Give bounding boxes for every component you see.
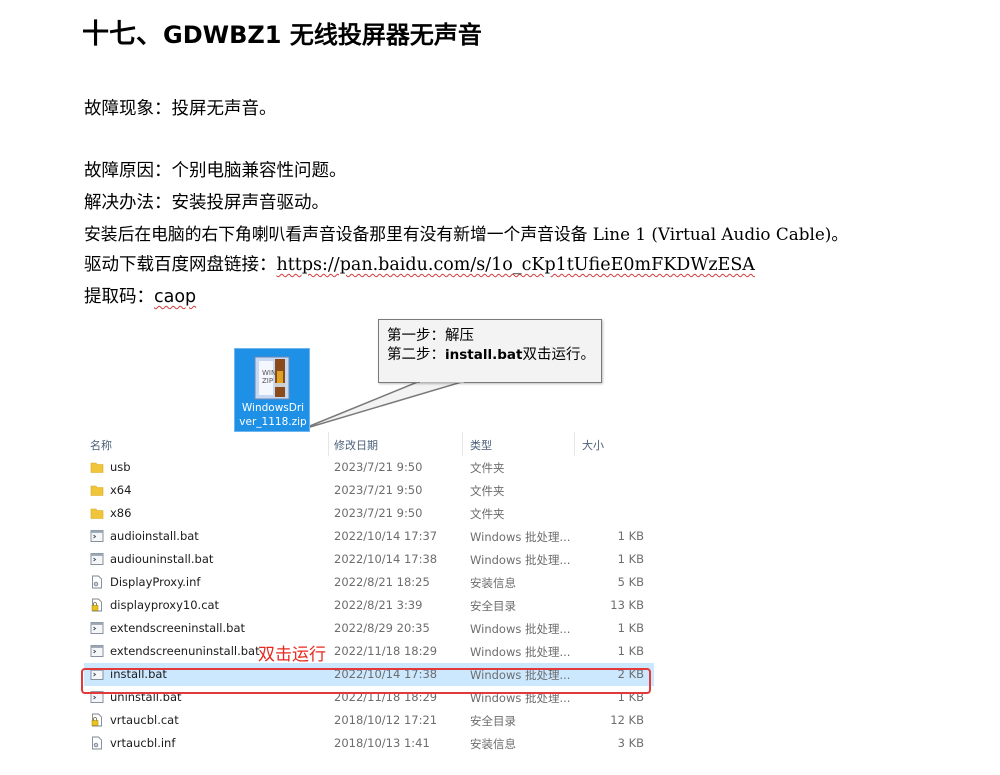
- file-type: 安全目录: [470, 599, 516, 613]
- extraction-code: caop: [154, 287, 197, 307]
- download-link[interactable]: https://pan.baidu.com/s/1o_cKp1tUfieE0mF…: [277, 255, 755, 275]
- file-type: Windows 批处理...: [470, 645, 571, 659]
- install-bat-highlight: [81, 668, 651, 694]
- check-device-text: 安装后在电脑的右下角喇叭看声音设备那里有没有新增一个声音设备 Line 1 (V…: [84, 222, 848, 246]
- file-row[interactable]: DisplayProxy.inf 2022/8/21 18:25 安装信息 5 KB: [84, 571, 654, 594]
- inf-file-icon: [90, 736, 104, 750]
- file-date: 2023/7/21 9:50: [334, 460, 423, 474]
- file-list-header: 名称 修改日期 类型 大小: [84, 432, 654, 456]
- folder-icon: [90, 506, 104, 520]
- symptom-text: 故障现象：投屏无声音。: [84, 99, 277, 119]
- file-name: x64: [110, 483, 132, 497]
- catalog-file-icon: [90, 598, 104, 612]
- file-row[interactable]: x86 2023/7/21 9:50 文件夹: [84, 502, 654, 525]
- archive-icon: WIN ZIP: [254, 356, 290, 400]
- cause-text: 故障原因：个别电脑兼容性问题。: [84, 161, 347, 181]
- file-name: displayproxy10.cat: [110, 598, 220, 612]
- file-type: 安装信息: [470, 737, 516, 751]
- file-name: usb: [110, 460, 131, 474]
- file-type: 安全目录: [470, 714, 516, 728]
- file-size: 1 KB: [617, 552, 644, 566]
- file-name: DisplayProxy.inf: [110, 575, 201, 589]
- column-name[interactable]: 名称: [90, 437, 112, 453]
- section-heading: 十七、GDWBZ1 无线投屏器无声音: [82, 12, 482, 51]
- file-type: Windows 批处理...: [470, 553, 571, 567]
- file-date: 2022/11/18 18:29: [334, 644, 438, 658]
- heading-text: GDWBZ1 无线投屏器无声音: [163, 21, 482, 49]
- file-date: 2022/8/21 3:39: [334, 598, 423, 612]
- file-size: 5 KB: [617, 575, 644, 589]
- folder-icon: [90, 483, 104, 497]
- file-name: audioinstall.bat: [110, 529, 199, 543]
- column-type[interactable]: 类型: [470, 437, 492, 453]
- svg-text:ZIP: ZIP: [262, 377, 273, 385]
- zip-file-icon[interactable]: WIN ZIP WindowsDri ver_1118.zip: [234, 348, 310, 432]
- batch-file-icon: [90, 552, 104, 566]
- callout-step2: 第二步：install.bat双击运行。: [387, 347, 595, 363]
- extraction-code-line: 提取码：caop: [84, 285, 196, 309]
- file-name: x86: [110, 506, 132, 520]
- double-click-annotation: 双击运行: [258, 645, 326, 665]
- file-date: 2022/8/29 20:35: [334, 621, 430, 635]
- file-date: 2018/10/13 1:41: [334, 736, 430, 750]
- file-type: Windows 批处理...: [470, 622, 571, 636]
- file-date: 2023/7/21 9:50: [334, 483, 423, 497]
- column-date[interactable]: 修改日期: [334, 437, 378, 453]
- file-date: 2022/10/14 17:37: [334, 529, 438, 543]
- code-label: 提取码：: [84, 287, 154, 307]
- file-row[interactable]: vrtaucbl.inf 2018/10/13 1:41 安装信息 3 KB: [84, 732, 654, 755]
- file-type: 文件夹: [470, 461, 505, 475]
- batch-file-icon: [90, 529, 104, 543]
- check-device-before: 安装后在电脑的右下角喇叭看声音设备那里有没有新增一个声音设备: [84, 224, 593, 244]
- file-date: 2022/10/14 17:38: [334, 552, 438, 566]
- file-name: audiouninstall.bat: [110, 552, 214, 566]
- svg-text:WIN: WIN: [262, 369, 276, 377]
- file-name: extendscreeninstall.bat: [110, 621, 246, 635]
- zip-file-name: WindowsDri ver_1118.zip: [239, 402, 307, 428]
- file-list: 名称 修改日期 类型 大小 usb 2023/7/21 9:50 文件夹 x64 202…: [84, 432, 654, 755]
- file-type: 文件夹: [470, 507, 505, 521]
- file-size: 12 KB: [610, 713, 644, 727]
- file-date: 2022/8/21 18:25: [334, 575, 430, 589]
- file-size: 1 KB: [617, 644, 644, 658]
- file-type: 文件夹: [470, 484, 505, 498]
- file-name: vrtaucbl.inf: [110, 736, 176, 750]
- file-date: 2018/10/12 17:21: [334, 713, 438, 727]
- solution-text: 解决办法：安装投屏声音驱动。: [84, 193, 329, 213]
- batch-file-icon: [90, 644, 104, 658]
- folder-icon: [90, 460, 104, 474]
- file-type: 安装信息: [470, 576, 516, 590]
- file-name: extendscreenuninstall.bat: [110, 644, 260, 658]
- link-label: 驱动下载百度网盘链接：: [84, 255, 277, 275]
- column-size[interactable]: 大小: [582, 437, 604, 453]
- catalog-file-icon: [90, 713, 104, 727]
- file-size: 13 KB: [610, 598, 644, 612]
- file-row[interactable]: displayproxy10.cat 2022/8/21 3:39 安全目录 13 K…: [84, 594, 654, 617]
- callout-box: 第一步：解压 第二步：install.bat双击运行。: [378, 319, 602, 383]
- file-row[interactable]: vrtaucbl.cat 2018/10/12 17:21 安全目录 12 KB: [84, 709, 654, 732]
- file-row[interactable]: extendscreeninstall.bat 2022/8/29 20:35 Wi…: [84, 617, 654, 640]
- file-row[interactable]: usb 2023/7/21 9:50 文件夹: [84, 456, 654, 479]
- inf-file-icon: [90, 575, 104, 589]
- file-size: 1 KB: [617, 529, 644, 543]
- file-row[interactable]: audioinstall.bat 2022/10/14 17:37 Windows …: [84, 525, 654, 548]
- file-row[interactable]: x64 2023/7/21 9:50 文件夹: [84, 479, 654, 502]
- file-row[interactable]: audiouninstall.bat 2022/10/14 17:38 Window…: [84, 548, 654, 571]
- file-name: vrtaucbl.cat: [110, 713, 179, 727]
- callout-step1: 第一步：解压: [387, 328, 474, 344]
- file-rows: usb 2023/7/21 9:50 文件夹 x64 2023/7/21 9:50 文件夹…: [84, 456, 654, 755]
- batch-file-icon: [90, 621, 104, 635]
- file-size: 3 KB: [617, 736, 644, 750]
- file-size: 1 KB: [617, 621, 644, 635]
- check-device-after: 。: [831, 224, 849, 244]
- file-date: 2023/7/21 9:50: [334, 506, 423, 520]
- download-link-line: 驱动下载百度网盘链接：https://pan.baidu.com/s/1o_cK…: [84, 253, 755, 277]
- file-type: Windows 批处理...: [470, 530, 571, 544]
- file-row[interactable]: extendscreenuninstall.bat 2022/11/18 18:2…: [84, 640, 654, 663]
- heading-number: 十七、: [82, 19, 163, 50]
- device-name: Line 1 (Virtual Audio Cable): [592, 224, 832, 244]
